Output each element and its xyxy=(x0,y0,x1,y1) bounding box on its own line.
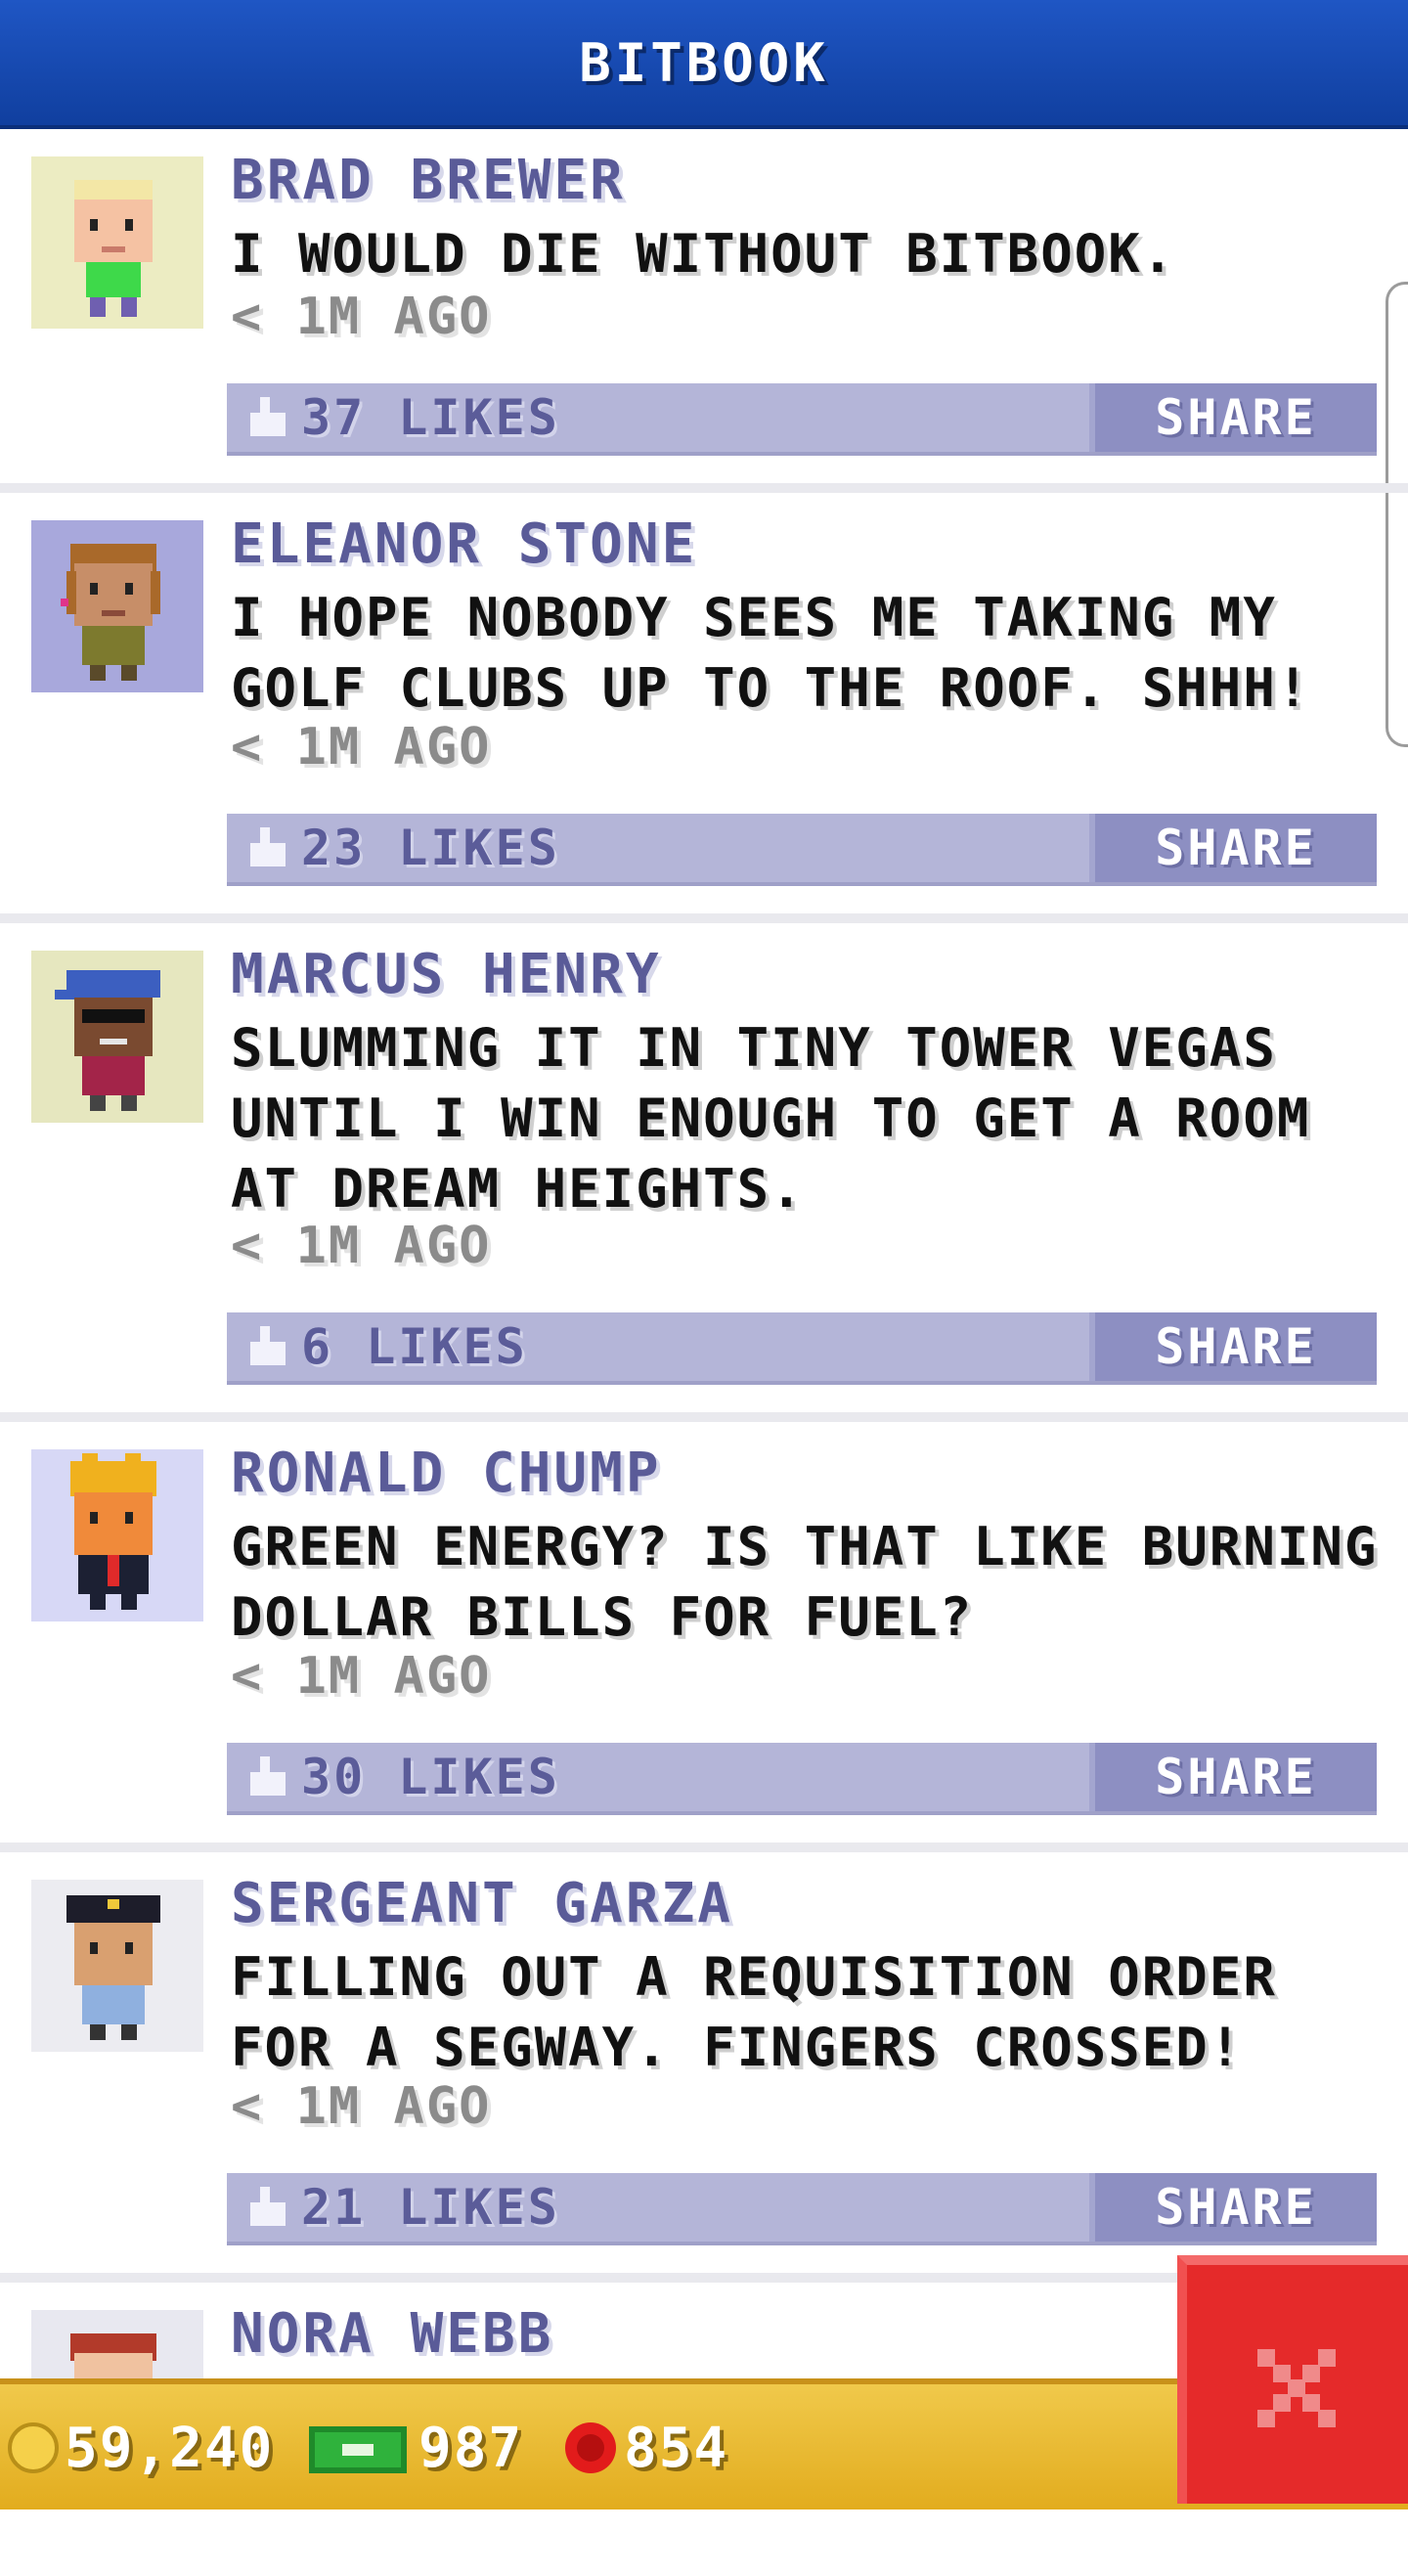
thumbs-up-icon[interactable] xyxy=(246,1753,289,1799)
like-bar: 21 LIKES SHARE xyxy=(227,2173,1377,2245)
bux-value: 854 xyxy=(624,2416,729,2480)
like-count: 37 LIKES xyxy=(301,389,560,446)
avatar xyxy=(31,520,203,692)
post-timestamp: < 1M AGO xyxy=(231,288,492,346)
like-bar: 37 LIKES SHARE xyxy=(227,383,1377,456)
avatar xyxy=(31,951,203,1123)
post-author: RONALD CHUMP xyxy=(231,1442,662,1505)
post-message: I HOPE NOBODY SEES ME TAKING MY GOLF CLU… xyxy=(231,587,1311,719)
like-bar: 23 LIKES SHARE xyxy=(227,814,1377,886)
share-button[interactable]: SHARE xyxy=(1089,1743,1377,1811)
post-message: SLUMMING IT IN TINY TOWER VEGAS UNTIL I … xyxy=(231,1017,1311,1220)
cash-display: 987 xyxy=(309,2414,523,2482)
post-item: SERGEANT GARZA FILLING OUT A REQUISITION… xyxy=(0,1852,1408,2283)
avatar xyxy=(31,156,203,329)
share-button[interactable]: SHARE xyxy=(1089,2173,1377,2242)
coins-value: 59,240 xyxy=(65,2416,275,2480)
bux-display: 854 xyxy=(563,2414,728,2482)
avatar-marcus-henry xyxy=(31,951,203,1123)
post-item: ELEANOR STONE I HOPE NOBODY SEES ME TAKI… xyxy=(0,493,1408,923)
post-author: BRAD BREWER xyxy=(231,149,626,212)
app-title-bar: BITBOOK xyxy=(0,0,1408,129)
share-button[interactable]: SHARE xyxy=(1089,383,1377,452)
thumbs-up-icon[interactable] xyxy=(246,2183,289,2230)
post-timestamp: < 1M AGO xyxy=(231,1217,492,1275)
like-bar: 6 LIKES SHARE xyxy=(227,1312,1377,1385)
like-bar: 30 LIKES SHARE xyxy=(227,1743,1377,1815)
thumbs-up-icon[interactable] xyxy=(246,1322,289,1369)
post-message: I WOULD DIE WITHOUT BITBOOK. xyxy=(231,223,1176,285)
avatar-brad-brewer xyxy=(31,156,203,329)
post-item: MARCUS HENRY SLUMMING IT IN TINY TOWER V… xyxy=(0,923,1408,1422)
avatar xyxy=(31,1449,203,1621)
like-count: 6 LIKES xyxy=(301,1318,528,1375)
avatar xyxy=(31,1880,203,2052)
thumbs-up-icon[interactable] xyxy=(246,823,289,870)
post-item: RONALD CHUMP GREEN ENERGY? IS THAT LIKE … xyxy=(0,1422,1408,1852)
post-message: FILLING OUT A REQUISITION ORDER FOR A SE… xyxy=(231,1946,1277,2078)
cash-value: 987 xyxy=(418,2416,524,2480)
post-author: ELEANOR STONE xyxy=(231,512,698,576)
post-author: SERGEANT GARZA xyxy=(231,1872,734,1935)
avatar-eleanor-stone xyxy=(31,520,203,692)
coins-display: 59,240 xyxy=(8,2414,274,2482)
bux-icon xyxy=(565,2422,616,2473)
avatar-sergeant-garza xyxy=(31,1880,203,2052)
post-author: NORA WEBB xyxy=(231,2302,554,2366)
like-count: 30 LIKES xyxy=(301,1749,560,1805)
close-icon xyxy=(1257,2349,1336,2427)
share-button[interactable]: SHARE xyxy=(1089,1312,1377,1381)
post-timestamp: < 1M AGO xyxy=(231,2077,492,2136)
app-title: BITBOOK xyxy=(579,31,829,94)
cash-icon xyxy=(309,2426,407,2473)
like-count: 23 LIKES xyxy=(301,820,560,876)
post-message: GREEN ENERGY? IS THAT LIKE BURNING DOLLA… xyxy=(231,1516,1379,1648)
coin-icon xyxy=(8,2422,59,2473)
like-count: 21 LIKES xyxy=(301,2179,560,2236)
avatar-ronald-chump xyxy=(31,1449,203,1621)
post-item: BRAD BREWER I WOULD DIE WITHOUT BITBOOK.… xyxy=(0,129,1408,493)
post-author: MARCUS HENRY xyxy=(231,943,662,1006)
close-button[interactable] xyxy=(1177,2255,1408,2504)
thumbs-up-icon[interactable] xyxy=(246,393,289,440)
post-timestamp: < 1M AGO xyxy=(231,718,492,777)
post-timestamp: < 1M AGO xyxy=(231,1647,492,1706)
share-button[interactable]: SHARE xyxy=(1089,814,1377,882)
